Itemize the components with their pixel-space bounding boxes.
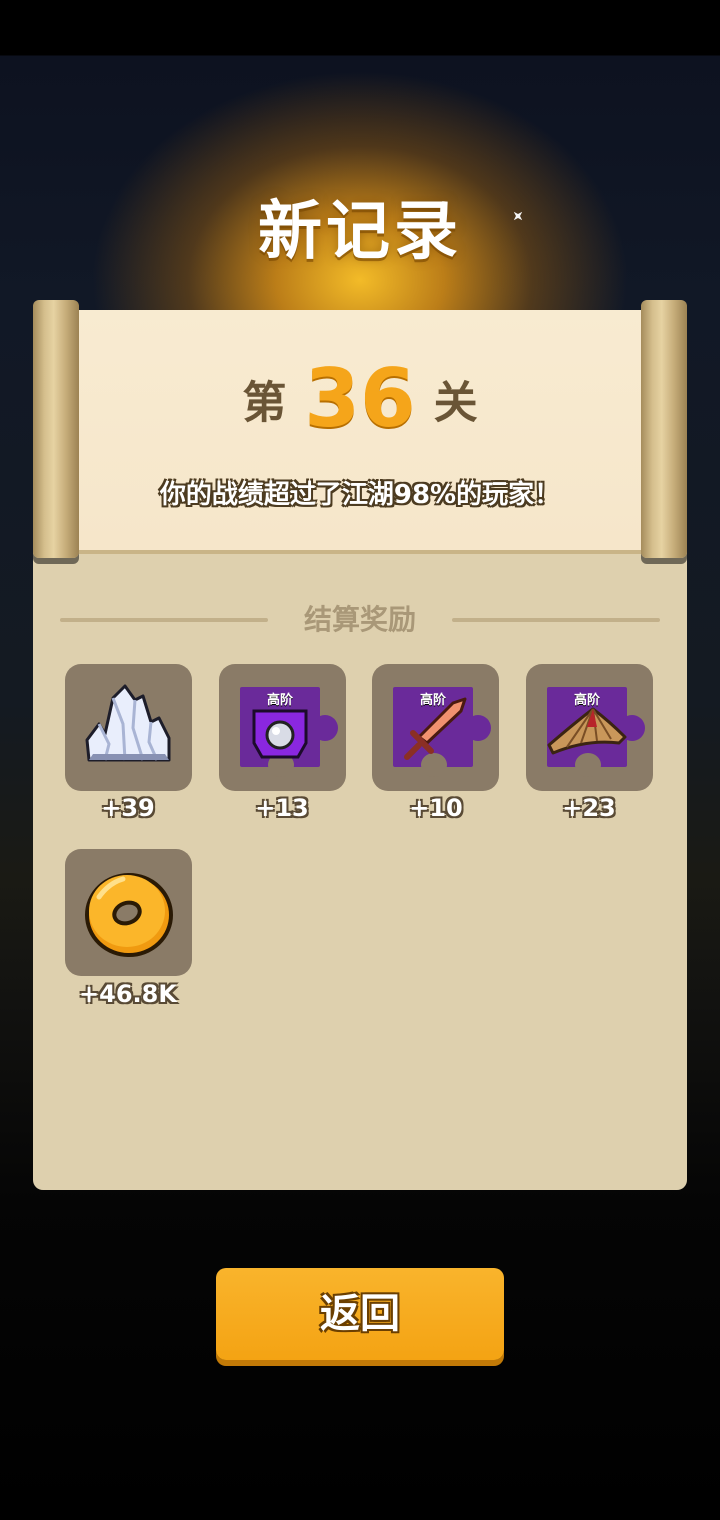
tier-badge: 高阶 [419, 693, 446, 708]
rank-message: 你的战绩超过了江湖98%的玩家！ [159, 480, 561, 510]
fragment-piece: 高阶 [393, 687, 491, 777]
rewards-header: 结算奖励 [60, 598, 660, 642]
scroll-roller-left [33, 300, 79, 558]
result-screen: 新记录 第 36 关 你的战绩超过了江湖98%的玩家！ 结算奖励 +39 高阶 … [0, 0, 720, 1520]
reward-amount: +13 [255, 794, 309, 822]
level-prefix: 第 [242, 377, 287, 429]
back-button[interactable]: 返回 [216, 1268, 504, 1360]
level-display: 第 36 关 [76, 352, 644, 445]
reward-amount: +23 [562, 794, 616, 822]
coin-icon [85, 873, 173, 957]
fragment-piece: 高阶 [240, 687, 338, 777]
tier-badge: 高阶 [266, 693, 293, 708]
reward-slot-coin[interactable] [65, 849, 192, 976]
reward-amount: +10 [409, 794, 463, 822]
level-number: 36 [304, 352, 416, 445]
scroll-roller-right [641, 300, 687, 558]
fragment-piece: 高阶 [547, 687, 645, 777]
divider-right [452, 618, 660, 622]
reward-slot-crystal[interactable] [65, 664, 192, 791]
tier-badge: 高阶 [573, 693, 600, 708]
reward-slot-shield-fragment[interactable]: 高阶 [219, 664, 346, 791]
reward-slot-hat-fragment[interactable]: 高阶 [526, 664, 653, 791]
new-record-title: 新记录 [258, 195, 462, 269]
divider-left [60, 618, 268, 622]
reward-slot-sword-fragment[interactable]: 高阶 [372, 664, 499, 791]
level-suffix: 关 [433, 377, 478, 429]
reward-amount: +46.8K [79, 980, 177, 1008]
crystal-icon [85, 684, 171, 762]
rewards-title: 结算奖励 [303, 603, 416, 636]
reward-amount: +39 [101, 794, 155, 822]
